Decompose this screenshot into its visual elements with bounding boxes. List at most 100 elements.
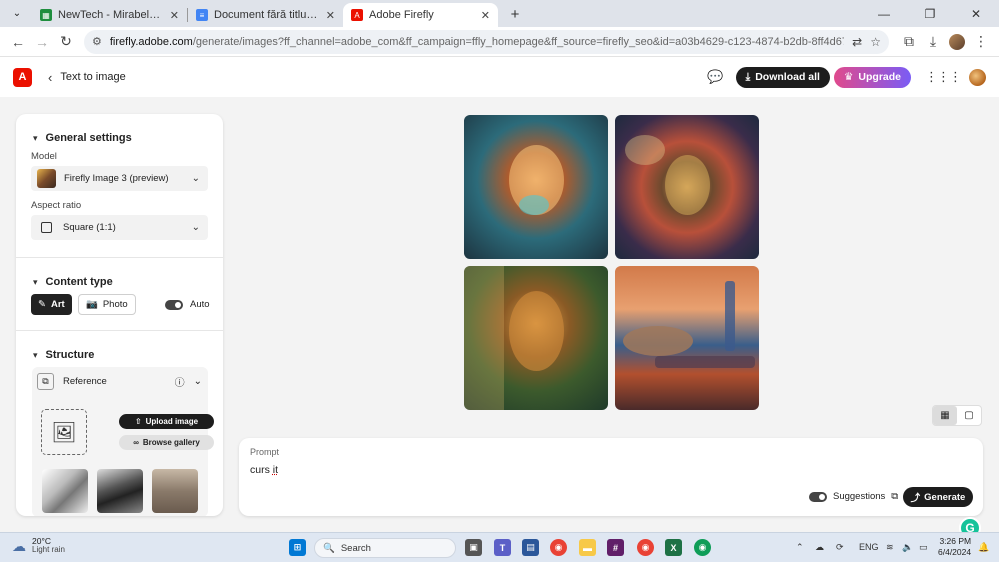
view-toggle: ▦ ▢ [932,405,982,426]
image-upload-icon: 🖼 [51,421,77,444]
chrome-active-icon[interactable]: ◉ [637,539,654,556]
chrome-icon[interactable]: ◉ [550,539,567,556]
language-indicator[interactable]: ENG [859,542,879,552]
back-icon[interactable]: ← [6,30,30,54]
prompt-label: Prompt [250,447,280,457]
profile-avatar[interactable] [945,30,969,54]
adobe-logo-icon[interactable]: A [13,67,32,87]
structure-header[interactable]: ▾ Structure [33,349,94,361]
auto-label: Auto [190,299,210,310]
generate-button[interactable]: ⤴ Generate [903,487,973,507]
forward-icon[interactable]: → [30,30,54,54]
user-avatar[interactable] [969,68,986,86]
weather-widget[interactable]: ☁ 20°C Light rain [12,536,65,555]
taskbar-search[interactable]: 🔍 Search [314,538,456,558]
chevron-down-icon[interactable]: ⌄ [194,376,202,387]
prompt-text-plain: curs [250,464,273,476]
download-all-button[interactable]: ⤓ Download all [735,66,830,88]
gallery-thumbnail-interior[interactable] [152,469,198,513]
battery-icon[interactable]: ▭ [919,542,928,553]
image-detail [725,281,735,351]
slack-icon[interactable]: # [607,539,624,556]
structure-title: Structure [45,349,95,361]
wifi-icon[interactable]: ≋ [886,542,894,553]
tab-close-icon[interactable]: ✕ [326,9,335,22]
weather-condition: Light rain [32,545,65,555]
site-info-icon[interactable]: ⚙ [92,35,102,48]
info-icon[interactable]: ⓘ [175,374,185,389]
teams-icon[interactable]: T [494,539,511,556]
aspect-ratio-value: Square (1:1) [63,222,116,233]
generate-label: Generate [924,491,966,503]
reference-row[interactable]: ⧉ Reference ⓘ ⌄ [37,373,202,390]
browser-menu-icon[interactable]: ⋮ [969,30,993,54]
apps-grid-icon[interactable]: ⋮⋮⋮ [925,69,962,85]
reference-label: Reference [63,376,107,387]
chevron-up-icon[interactable]: ⌃ [796,542,804,553]
art-button[interactable]: ✎ Art [31,294,72,315]
minimize-icon[interactable]: — [861,0,907,27]
suggestions-toggle[interactable] [809,491,827,502]
aspect-ratio-select[interactable]: Square (1:1) ⌄ [31,215,208,240]
gallery-thumbnail-landscape[interactable] [97,469,143,513]
upload-image-button[interactable]: ⇧ Upload image [119,414,214,429]
image-detail [655,356,755,368]
bookmark-star-icon[interactable]: ☆ [870,35,881,49]
downloads-icon[interactable]: ⤓ [921,30,945,54]
browser-tab-sheets[interactable]: ▦ NewTech - Mirabela - Foi de ca ✕ [32,3,187,27]
system-clock[interactable]: 3:26 PM 6/4/2024 [938,536,971,558]
model-select[interactable]: Firefly Image 3 (preview) ⌄ [31,166,208,191]
feedback-icon[interactable]: 💬 [707,69,723,85]
task-view-icon[interactable]: ▣ [465,539,482,556]
extensions-icon[interactable]: ⧉ [897,30,921,54]
generated-image-4[interactable] [615,266,759,410]
gallery-thumbnail-bird[interactable] [42,469,88,513]
upgrade-button[interactable]: ♛ Upgrade [833,66,911,88]
general-settings-header[interactable]: ▾ General settings [33,132,132,144]
sync-icon[interactable]: ⟳ [836,542,844,553]
single-view-icon[interactable]: ▢ [957,406,981,425]
auto-toggle[interactable] [165,299,183,310]
excel-icon[interactable]: X [665,539,682,556]
reload-icon[interactable]: ↻ [54,30,78,54]
tab-close-icon[interactable]: ✕ [170,9,179,22]
grid-view-icon[interactable]: ▦ [933,406,957,425]
clock-date: 6/4/2024 [938,547,972,558]
browse-gallery-button[interactable]: ∞ Browse gallery [119,435,214,450]
url-path: /generate/images?ff_channel=adobe_com&ff… [192,35,845,48]
file-explorer-icon[interactable]: ▬ [579,539,596,556]
store-icon[interactable]: ▤ [522,539,539,556]
cloud-sync-icon[interactable]: ☁ [815,542,824,553]
tab-search-button[interactable]: ⌄ [6,2,28,24]
volume-icon[interactable]: 🔈 [902,542,913,553]
content-type-header[interactable]: ▾ Content type [33,276,113,288]
reference-icon: ⧉ [37,373,54,390]
prompt-bar: Prompt curs it Suggestions ⧉ ⤴ Generate [239,438,983,516]
restore-icon[interactable]: ❐ [907,0,953,27]
rain-cloud-icon: ☁ [12,537,26,554]
close-window-icon[interactable]: ✕ [953,0,999,27]
chevron-down-icon: ⌄ [191,222,200,233]
start-windows-icon[interactable]: ⊞ [289,539,306,556]
translate-icon[interactable]: ⇄ [852,35,862,49]
url-host: firefly.adobe.com [109,35,193,48]
prompt-input[interactable]: curs it [250,464,278,476]
generated-image-1[interactable] [464,115,608,259]
tab-close-icon[interactable]: ✕ [481,9,490,22]
new-tab-button[interactable]: + [504,3,526,25]
address-bar[interactable]: ⚙ firefly.adobe.com/generate/images?ff_c… [84,29,889,54]
photo-button[interactable]: 📷 Photo [78,294,136,315]
upload-dropzone[interactable]: 🖼 [41,409,87,455]
art-label: Art [50,299,65,310]
chevron-left-icon[interactable]: ‹ [48,70,52,85]
browser-tab-docs[interactable]: ≡ Document fără titlu - Documen ✕ [188,3,343,27]
docs-favicon-icon: ≡ [196,9,208,21]
crown-icon: ♛ [843,71,854,83]
style-settings-icon[interactable]: ⧉ [891,491,898,502]
page-title[interactable]: Text to image [60,71,125,83]
generated-image-2[interactable] [615,115,759,259]
generated-image-3[interactable] [464,266,608,410]
notification-bell-icon[interactable]: 🔔 [978,542,989,553]
chrome-profile-icon[interactable]: ◉ [694,539,711,556]
browser-tab-firefly[interactable]: A Adobe Firefly ✕ [343,3,498,27]
